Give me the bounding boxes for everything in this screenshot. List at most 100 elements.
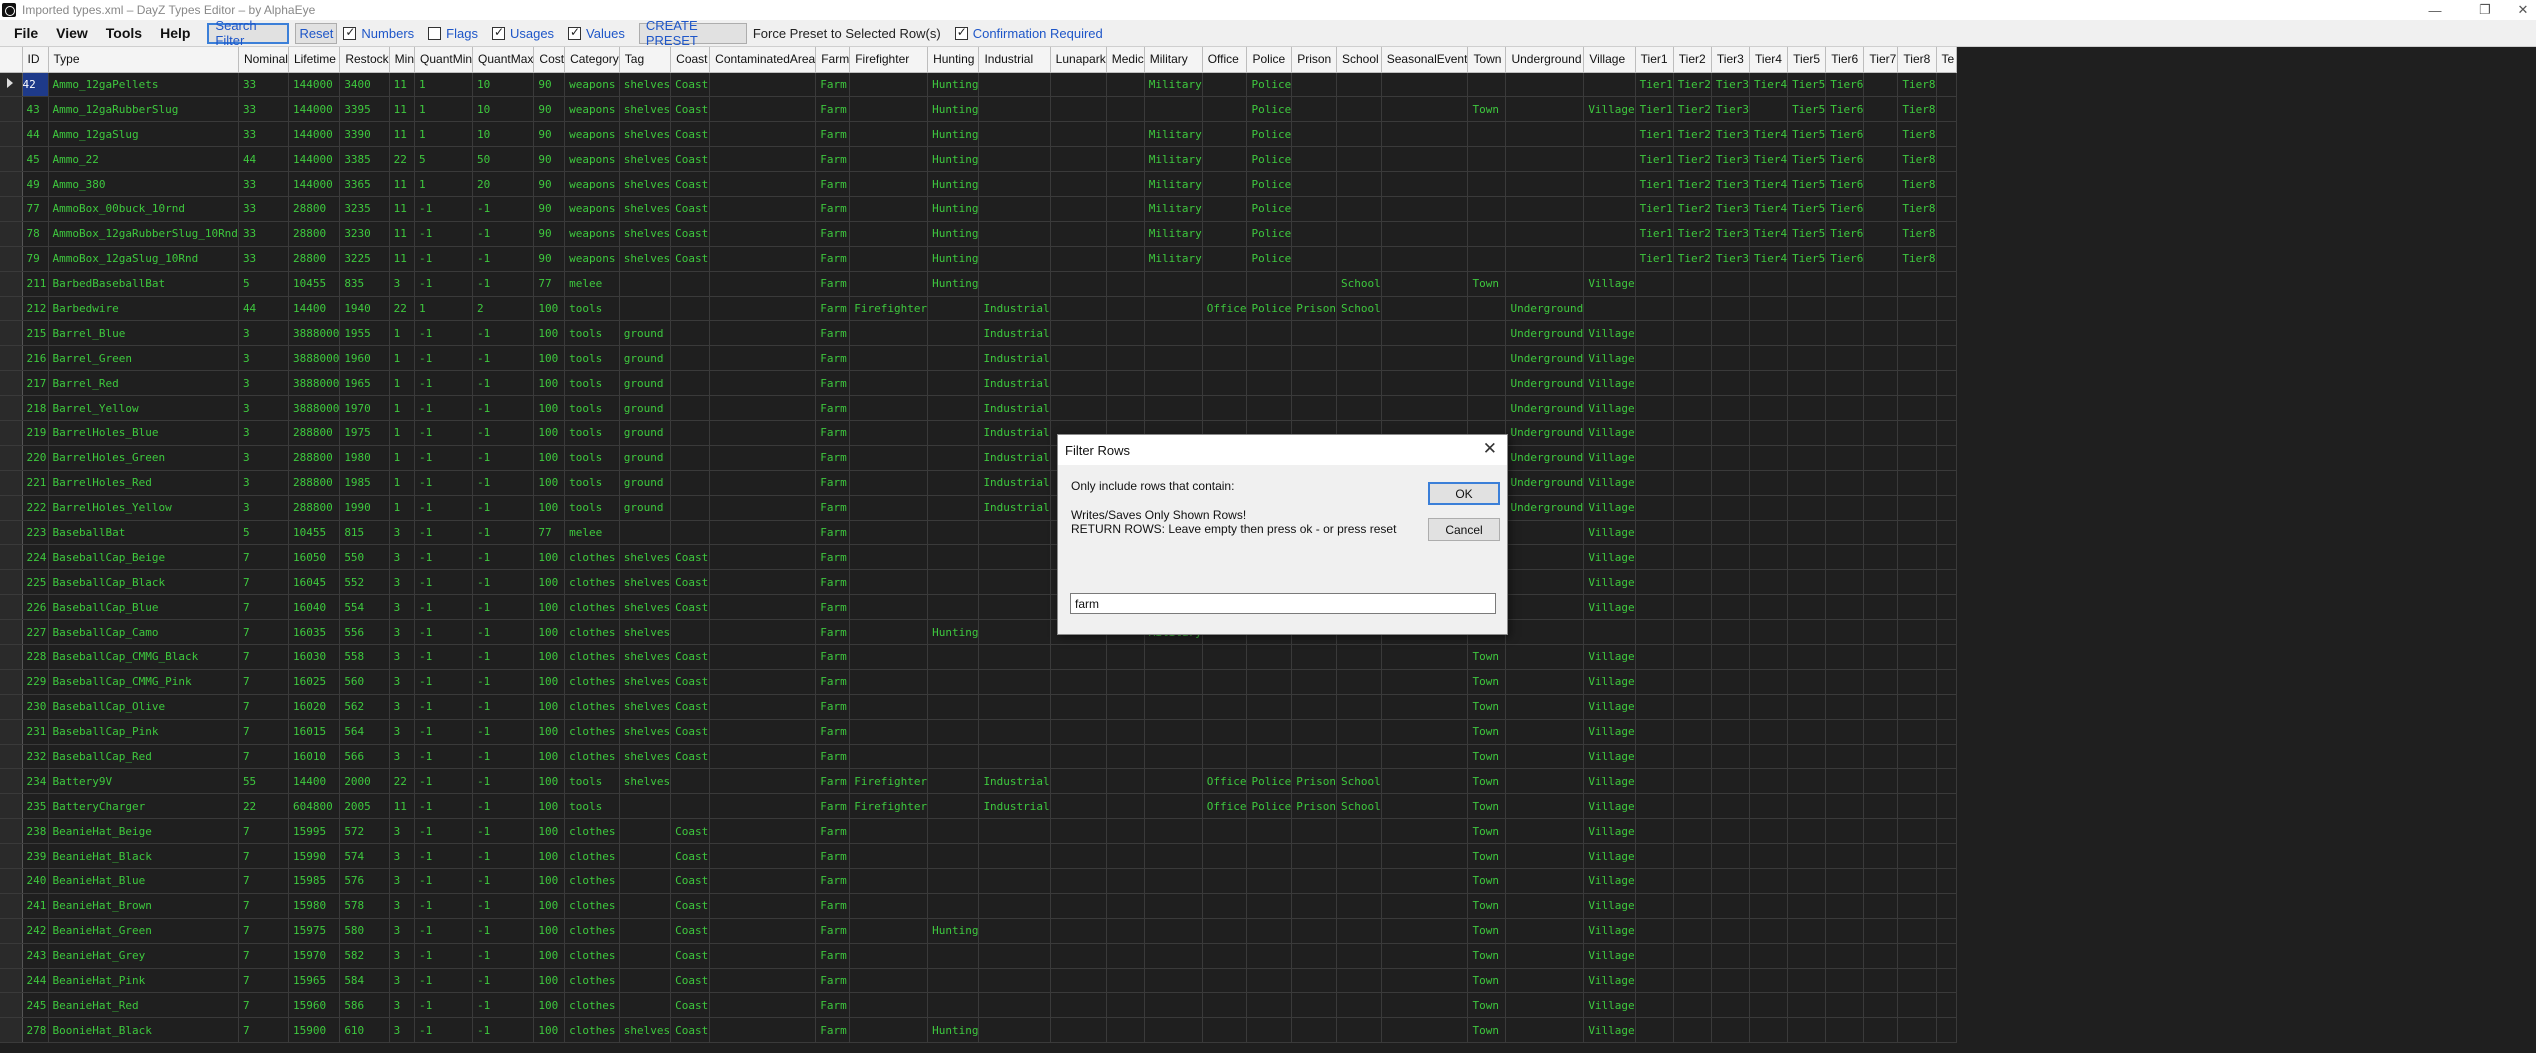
table-cell[interactable]: shelves	[619, 121, 672, 148]
table-cell[interactable]	[1635, 644, 1674, 670]
table-cell[interactable]	[1673, 694, 1712, 720]
table-cell[interactable]: -1	[472, 196, 535, 222]
table-cell[interactable]	[1467, 72, 1507, 98]
row-header[interactable]	[0, 569, 23, 596]
table-cell[interactable]	[670, 320, 711, 347]
table-cell[interactable]: Farm	[815, 520, 851, 546]
table-cell[interactable]	[1202, 818, 1248, 845]
table-cell[interactable]: shelves	[619, 72, 672, 98]
table-cell[interactable]	[1291, 221, 1337, 247]
table-cell[interactable]	[1291, 719, 1337, 745]
table-cell[interactable]	[1106, 893, 1145, 919]
table-cell[interactable]: tools	[564, 445, 620, 471]
table-cell[interactable]: 7	[238, 569, 289, 596]
table-cell[interactable]: melee	[564, 271, 620, 297]
table-cell[interactable]: 3235	[339, 196, 390, 222]
table-cell[interactable]: 231	[22, 719, 49, 745]
table-cell[interactable]: Underground	[1505, 320, 1585, 347]
table-cell[interactable]: clothes	[564, 669, 620, 695]
table-cell[interactable]	[1711, 818, 1751, 845]
table-cell[interactable]: BaseballBat	[48, 520, 239, 546]
table-cell[interactable]: ground	[619, 445, 672, 471]
table-cell[interactable]	[927, 843, 980, 869]
table-cell[interactable]	[849, 918, 929, 944]
table-cell[interactable]: Farm	[815, 694, 851, 720]
table-cell[interactable]	[849, 495, 929, 521]
table-cell[interactable]	[849, 669, 929, 695]
table-cell[interactable]: 100	[533, 1017, 566, 1044]
table-cell[interactable]: Coast	[670, 196, 711, 222]
table-cell[interactable]	[1505, 569, 1585, 596]
table-cell[interactable]	[1291, 893, 1337, 919]
table-cell[interactable]	[1505, 768, 1585, 795]
table-cell[interactable]: Tier2	[1673, 196, 1712, 222]
table-cell[interactable]	[709, 644, 817, 670]
table-cell[interactable]	[1291, 370, 1337, 397]
table-cell[interactable]	[1505, 96, 1585, 123]
table-cell[interactable]: Village	[1583, 768, 1636, 795]
table-cell[interactable]: 3	[389, 992, 416, 1019]
table-cell[interactable]: -1	[414, 370, 474, 397]
table-cell[interactable]	[709, 893, 817, 919]
table-cell[interactable]	[1711, 420, 1751, 446]
table-cell[interactable]	[1635, 893, 1674, 919]
table-cell[interactable]	[1936, 420, 1957, 446]
table-cell[interactable]	[1673, 544, 1712, 571]
row-header[interactable]	[0, 271, 23, 297]
table-row[interactable]: 240 BeanieHat_Blue 7 15985 576 3 -1 -1 100 clothe…	[0, 868, 1957, 894]
table-cell[interactable]	[1381, 370, 1469, 397]
table-cell[interactable]: Tier8	[1897, 72, 1937, 98]
table-cell[interactable]	[1381, 196, 1469, 222]
table-cell[interactable]: 15900	[288, 1017, 341, 1044]
table-cell[interactable]	[1050, 694, 1107, 720]
table-cell[interactable]	[1673, 893, 1712, 919]
table-cell[interactable]	[1936, 395, 1957, 421]
table-cell[interactable]	[849, 893, 929, 919]
table-cell[interactable]: Town	[1467, 818, 1507, 845]
table-cell[interactable]: 3	[389, 644, 416, 670]
table-cell[interactable]: Farm	[815, 818, 851, 845]
table-cell[interactable]: Tier1	[1635, 96, 1674, 123]
table-cell[interactable]: Hunting	[927, 146, 980, 173]
table-cell[interactable]: -1	[472, 968, 535, 994]
table-cell[interactable]	[1673, 669, 1712, 695]
table-cell[interactable]	[1825, 619, 1865, 645]
table-cell[interactable]	[1787, 619, 1827, 645]
table-cell[interactable]: Farm	[815, 96, 851, 123]
table-cell[interactable]: 240	[22, 868, 49, 894]
table-cell[interactable]: Coast	[670, 96, 711, 123]
table-cell[interactable]: 90	[533, 196, 566, 222]
table-cell[interactable]	[849, 171, 929, 197]
table-cell[interactable]	[709, 943, 817, 969]
table-cell[interactable]: 10	[472, 121, 535, 148]
table-cell[interactable]	[978, 72, 1051, 98]
table-cell[interactable]	[1106, 72, 1145, 98]
table-cell[interactable]	[1897, 719, 1937, 745]
table-cell[interactable]: tools	[564, 345, 620, 372]
table-cell[interactable]	[1144, 271, 1203, 297]
table-row[interactable]: 215 Barrel_Blue 3 3888000 1955 1 -1 -1 100 tools g…	[0, 320, 1957, 347]
table-cell[interactable]	[1749, 569, 1789, 596]
table-cell[interactable]: Tier3	[1711, 96, 1751, 123]
table-cell[interactable]: clothes	[564, 544, 620, 571]
table-cell[interactable]	[1936, 345, 1957, 372]
table-cell[interactable]: -1	[472, 495, 535, 521]
table-cell[interactable]	[1291, 943, 1337, 969]
table-cell[interactable]	[1825, 495, 1865, 521]
table-cell[interactable]: Farm	[815, 271, 851, 297]
table-cell[interactable]	[670, 768, 711, 795]
table-cell[interactable]	[1749, 644, 1789, 670]
table-cell[interactable]	[1144, 893, 1203, 919]
table-cell[interactable]: Police	[1246, 196, 1293, 222]
table-cell[interactable]	[1863, 445, 1899, 471]
table-cell[interactable]	[1897, 569, 1937, 596]
table-cell[interactable]: shelves	[619, 619, 672, 645]
table-cell[interactable]	[1635, 793, 1674, 820]
table-cell[interactable]	[927, 370, 980, 397]
table-cell[interactable]	[1050, 818, 1107, 845]
table-cell[interactable]	[1635, 744, 1674, 770]
table-cell[interactable]	[1106, 793, 1145, 820]
table-cell[interactable]: 1940	[339, 296, 390, 322]
table-cell[interactable]: -1	[472, 1017, 535, 1044]
table-cell[interactable]	[978, 744, 1051, 770]
